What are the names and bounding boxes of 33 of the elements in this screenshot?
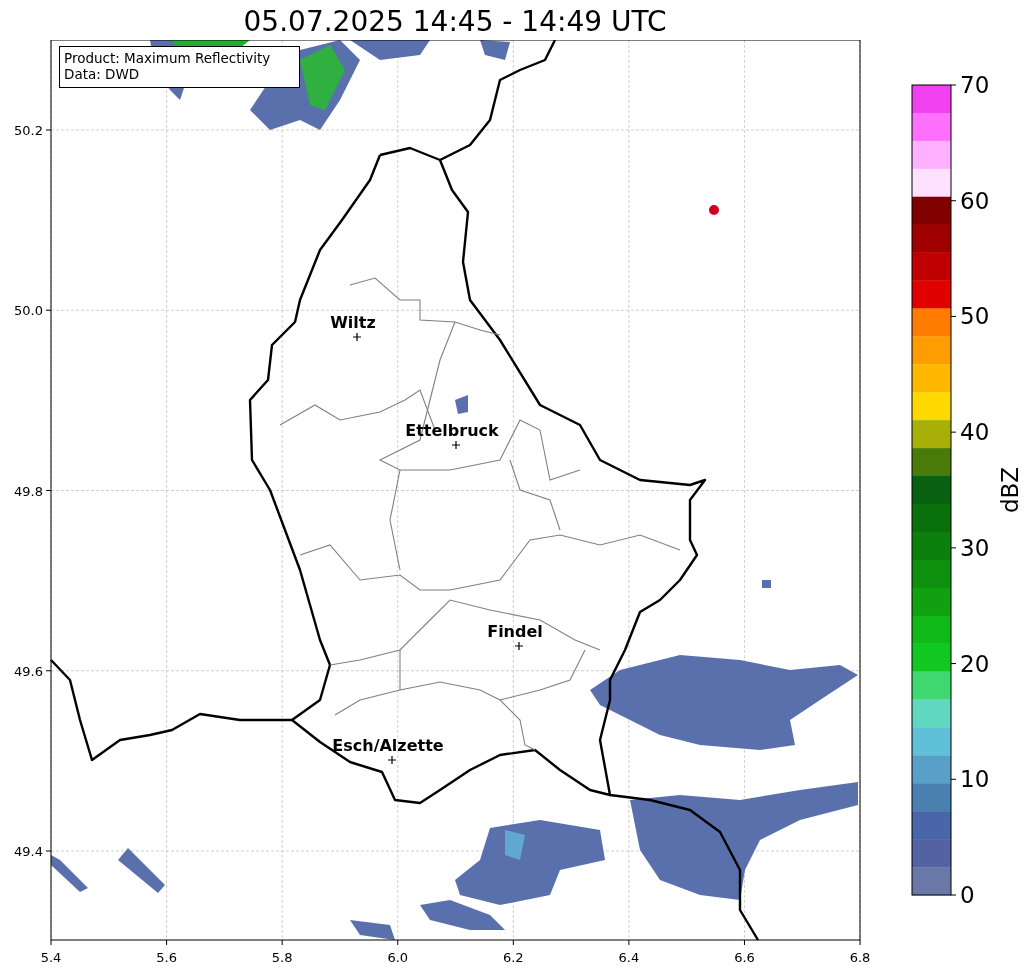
- colorbar-tick-label: 50: [960, 303, 990, 330]
- city-label: Esch/Alzette: [332, 736, 444, 755]
- colorbar-tick-label: 0: [960, 882, 975, 908]
- axis-tick-label: 6.8: [849, 950, 871, 965]
- colorbar-tick-label: 40: [960, 419, 990, 446]
- city-marker-icon: [387, 755, 397, 765]
- axis-tick-label: 6.0: [387, 950, 409, 965]
- chart-title: 05.07.2025 14:45 - 14:49 UTC: [242, 4, 668, 40]
- city-label: Ettelbruck: [405, 421, 499, 440]
- axis-tick-label: 50.2: [14, 123, 43, 138]
- axis-tick-label: 6.2: [503, 950, 524, 965]
- city-marker-icon: [352, 332, 362, 342]
- colorbar-tick-label: 10: [960, 766, 990, 793]
- axis-tick-label: 5.6: [156, 950, 177, 965]
- colorbar-tick-label: 20: [960, 650, 990, 677]
- colorbar-tick-label: 30: [960, 534, 990, 561]
- axis-tick-label: 6.6: [734, 950, 755, 965]
- axis-tick-label: 6.4: [618, 950, 640, 965]
- axis-tick-label: 49.4: [14, 844, 43, 859]
- colorbar-label: dBZ: [997, 466, 1023, 514]
- axis-tick-label: 49.8: [14, 483, 43, 499]
- axis-tick-label: 5.4: [40, 950, 62, 965]
- colorbar-tick-label: 60: [960, 187, 990, 214]
- colorbar-tick-label: 70: [960, 72, 990, 98]
- city-label: Findel: [487, 622, 543, 641]
- info-text: Product: Maximum Reflectivity: [64, 50, 271, 66]
- axis-tick-label: 50.0: [14, 303, 43, 319]
- axis-tick-label: 5.8: [271, 950, 293, 965]
- axis-tick-label: 49.6: [14, 663, 43, 679]
- city-label: Wiltz: [330, 313, 376, 332]
- city-marker-icon: [514, 641, 524, 651]
- info-text: Data: DWD: [64, 66, 140, 82]
- city-marker-icon: [451, 440, 461, 450]
